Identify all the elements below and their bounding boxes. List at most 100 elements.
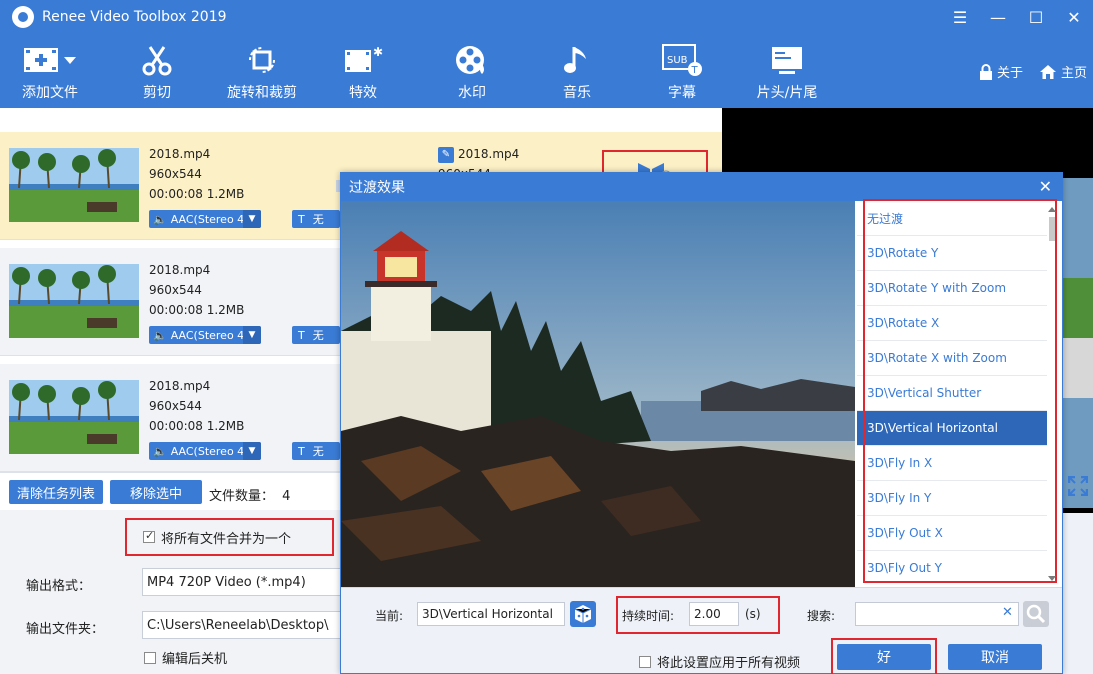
effects-icon: ✱ [313,42,413,78]
watermark-icon [422,42,522,78]
chevron-down-icon: ▼ [243,326,261,344]
cancel-button[interactable]: 取消 [948,644,1042,670]
audio-track-select[interactable]: 🔈 AAC(Stereo 4 ▼ [149,326,261,344]
subtitle-select[interactable]: T 无 [292,442,340,460]
svg-text:✱: ✱ [373,45,383,59]
file-info: 2018.mp4 960x544 00:00:08 1.2MB [149,260,244,320]
transition-list-scrollbar[interactable] [1047,207,1057,581]
text-icon: T [298,444,305,458]
speaker-icon: 🔈 [153,328,167,342]
checkbox-checked[interactable] [143,529,155,543]
home-button[interactable]: 主页 [1039,62,1087,81]
dialog-title-bar: 过渡效果 ✕ [341,173,1062,201]
audio-track-label: AAC(Stereo 4 [170,444,245,458]
shutdown-label: 编辑后关机 [162,652,228,667]
toolbar-label: 水印 [458,85,486,101]
transition-preview-image [341,201,855,587]
window-controls: ☰ — ☐ ✕ [951,0,1083,34]
intro-outro-icon [737,42,837,78]
video-thumbnail [9,380,139,454]
toolbar-rotate-crop[interactable]: 旋转和裁剪 [212,42,312,102]
output-file-name: 2018.mp4 [458,147,520,161]
shutdown-checkbox[interactable]: 编辑后关机 [144,648,227,667]
file-name: 2018.mp4 [149,379,211,393]
music-icon [527,42,627,78]
app-title: Renee Video Toolbox 2019 [42,9,227,25]
chevron-down-icon: ▼ [243,442,261,460]
edit-icon[interactable]: ✎ [438,146,454,163]
minimize-icon[interactable]: — [989,8,1007,27]
toolbar-label: 音乐 [563,85,591,101]
duration-unit: (s) [745,607,761,621]
output-folder-label: 输出文件夹： [26,622,105,637]
maximize-icon[interactable]: ☐ [1027,8,1045,27]
search-label: 搜索: [807,609,836,623]
menu-icon[interactable]: ☰ [951,8,969,27]
audio-track-label: AAC(Stereo 4 [170,328,245,342]
transition-dialog: 过渡效果 ✕ 无过渡 3D\Rotate Y 3D\Rotate Y with … [340,172,1063,674]
title-bar: Renee Video Toolbox 2019 ☰ — ☐ ✕ [0,0,1093,34]
dialog-title: 过渡效果 [349,180,405,196]
toolbar-label: 添加文件 [22,85,78,101]
fullscreen-icon[interactable] [1068,476,1088,496]
clear-search-icon[interactable]: ✕ [1002,605,1013,620]
video-thumbnail [9,264,139,338]
random-transition-button[interactable] [570,601,596,627]
file-name: 2018.mp4 [149,263,211,277]
svg-text:SUB: SUB [667,55,688,66]
toolbar-cut[interactable]: 剪切 [107,42,207,102]
toolbar-effects[interactable]: ✱ 特效 [313,42,413,102]
add-file-icon [0,42,100,78]
about-button[interactable]: 关于 [979,62,1023,81]
current-label: 当前: [375,609,404,623]
file-resolution: 960x544 [149,283,202,297]
apply-all-checkbox[interactable]: 将此设置应用于所有视频 [639,652,800,671]
current-transition-field: 3D\Vertical Horizontal [417,602,565,626]
text-icon: T [298,212,305,226]
checkbox-unchecked[interactable] [144,651,156,664]
dice-icon [574,605,592,623]
ok-button[interactable]: 好 [837,644,931,670]
close-icon[interactable]: ✕ [1039,177,1052,196]
audio-track-label: AAC(Stereo 4 [170,212,245,226]
scissors-icon [107,42,207,78]
file-info: 2018.mp4 960x544 00:00:08 1.2MB [149,144,244,204]
file-resolution: 960x544 [149,167,202,181]
checkbox-unchecked[interactable] [639,655,651,668]
rotate-crop-icon [212,42,312,78]
remove-selected-button[interactable]: 移除选中 [110,480,202,504]
file-duration-size: 00:00:08 1.2MB [149,187,245,201]
subtitle-label: 无 [312,213,324,226]
audio-track-select[interactable]: 🔈 AAC(Stereo 4 ▼ [149,210,261,228]
home-label: 主页 [1060,66,1087,81]
subtitle-icon: SUB T [632,42,732,78]
subtitle-select[interactable]: T 无 [292,326,340,344]
toolbar-music[interactable]: 音乐 [527,42,627,102]
file-info: 2018.mp4 960x544 00:00:08 1.2MB [149,376,244,436]
svg-text:T: T [691,65,699,76]
subtitle-label: 无 [312,329,324,342]
toolbar-right: 关于 主页 [979,62,1087,81]
subtitle-select[interactable]: T 无 [292,210,340,228]
lock-icon [979,63,992,80]
output-format-select[interactable]: MP4 720P Video (*.mp4) [142,568,342,596]
toolbar-subtitle[interactable]: SUB T 字幕 [632,42,732,102]
dialog-footer: 当前: 3D\Vertical Horizontal 持续时间: 2.00 (s… [341,587,1062,674]
toolbar-intro-outro[interactable]: 片头/片尾 [737,42,837,102]
audio-track-select[interactable]: 🔈 AAC(Stereo 4 ▼ [149,442,261,460]
speaker-icon: 🔈 [153,444,167,458]
search-button[interactable] [1023,601,1049,627]
output-format-label: 输出格式： [26,579,92,594]
toolbar-add-file[interactable]: 添加文件 [0,42,100,102]
output-folder-input[interactable]: C:\Users\Reneelab\Desktop\ [142,611,342,639]
duration-input[interactable]: 2.00 [689,602,739,626]
transition-list-highlight [863,199,1057,583]
close-icon[interactable]: ✕ [1065,8,1083,27]
toolbar-watermark[interactable]: 水印 [422,42,522,102]
text-icon: T [298,328,305,342]
apply-all-label: 将此设置应用于所有视频 [657,656,801,671]
clear-list-button[interactable]: 清除任务列表 [9,480,103,504]
merge-files-checkbox[interactable]: 将所有文件合并为一个 [125,518,334,556]
file-count-label: 文件数量： [209,489,275,504]
search-input[interactable] [855,602,1019,626]
